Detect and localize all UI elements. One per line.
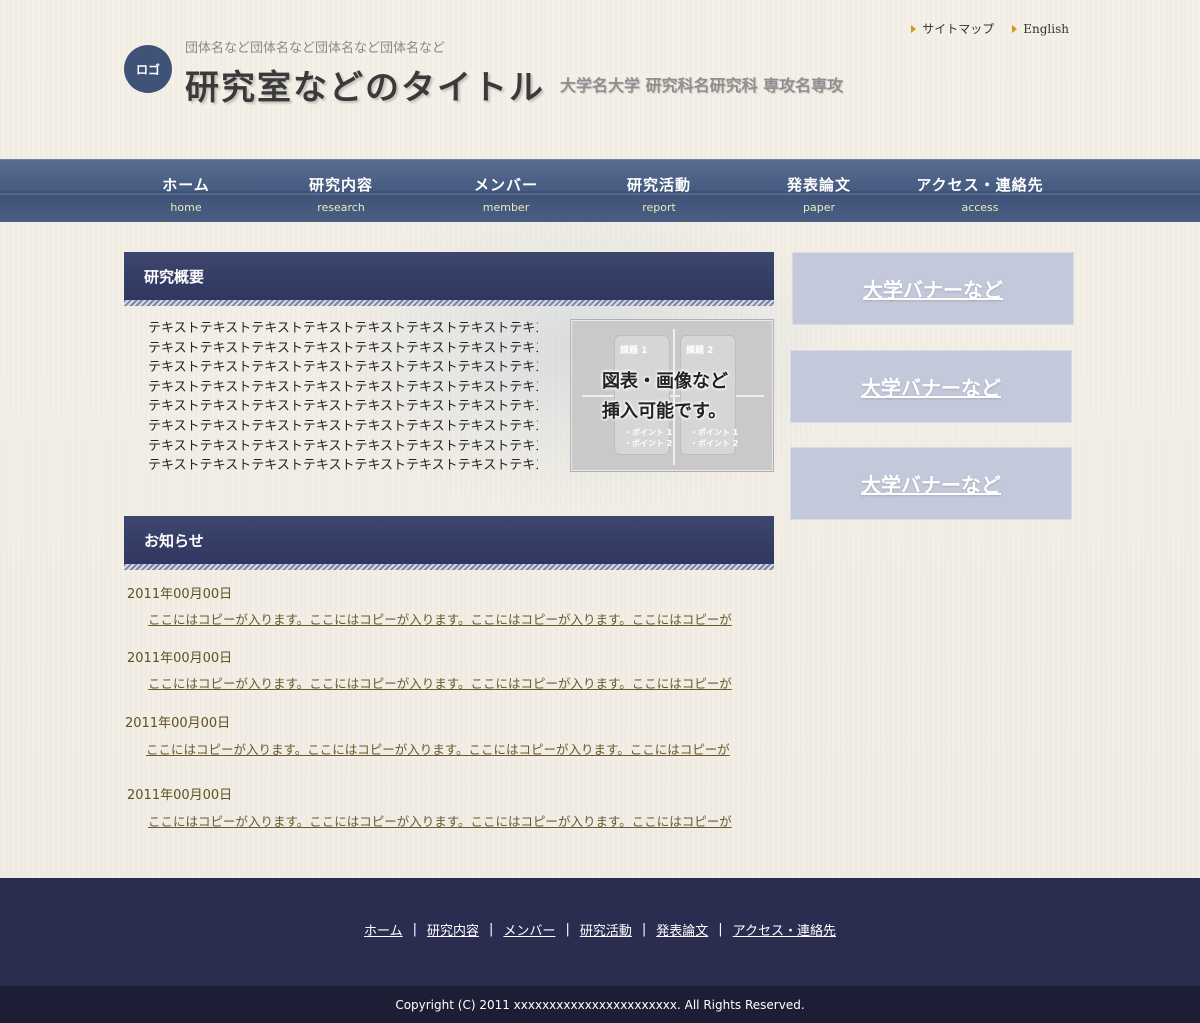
news-heading: お知らせ xyxy=(124,516,774,570)
overview-line: テキストテキストテキストテキストテキストテキストテキストテキスト xyxy=(148,458,538,474)
sitemap-link[interactable]: サイトマップ xyxy=(911,20,994,37)
overview-line: テキストテキストテキストテキストテキストテキストテキストテキスト xyxy=(148,438,538,454)
figure-caption: 図表・画像など 挿入可能です。 xyxy=(602,367,728,427)
figure-cell-1-title: 課題 1 xyxy=(620,346,648,356)
footer-link-report[interactable]: 研究活動 xyxy=(580,920,632,939)
news-date: 2011年00月00日 xyxy=(127,587,233,602)
nav-item-report[interactable]: 研究活動 report xyxy=(599,160,719,223)
nav-label-en: paper xyxy=(803,201,835,214)
footer-link-research[interactable]: 研究内容 xyxy=(427,920,479,939)
footer-separator: | xyxy=(641,922,647,937)
footer-link-paper[interactable]: 発表論文 xyxy=(656,920,708,939)
banner-label: 大学バナーなど xyxy=(861,376,1001,400)
footer: ホーム | 研究内容 | メンバー | 研究活動 | 発表論文 | アクセス・連… xyxy=(0,878,1200,986)
footer-separator: | xyxy=(489,922,494,937)
nav-label-ja: メンバー xyxy=(473,176,538,194)
figure-point-2: ・ポイント 2 xyxy=(624,439,673,448)
sitemap-link-label: サイトマップ xyxy=(922,22,995,36)
footer-separator: | xyxy=(412,922,418,937)
footer-separator: | xyxy=(565,922,570,937)
org-name: 団体名など団体名など団体名など団体名など xyxy=(185,41,446,56)
footer-nav: ホーム | 研究内容 | メンバー | 研究活動 | 発表論文 | アクセス・連… xyxy=(0,920,1200,939)
overview-line: テキストテキストテキストテキストテキストテキストテキストテキスト xyxy=(148,379,538,395)
footer-link-access[interactable]: アクセス・連絡先 xyxy=(733,920,836,939)
overview-heading-text: 研究概要 xyxy=(144,267,205,286)
figure-point-1b: ・ポイント 1 xyxy=(690,428,739,437)
university-banner-2[interactable]: 大学バナーなど xyxy=(790,350,1072,423)
overview-line: テキストテキストテキストテキストテキストテキストテキストテキスト xyxy=(148,340,538,356)
overview-heading: 研究概要 xyxy=(124,252,774,306)
overview-line: テキストテキストテキストテキストテキストテキストテキストテキスト xyxy=(148,399,538,415)
nav-label-ja: 研究内容 xyxy=(308,176,373,194)
news-date: 2011年00月00日 xyxy=(125,716,231,731)
news-link[interactable]: ここにはコピーが入ります。ここにはコピーが入ります。ここにはコピーが入ります。こ… xyxy=(148,609,732,628)
english-link[interactable]: English xyxy=(1012,20,1069,37)
nav-label-en: access xyxy=(961,201,999,214)
page: サイトマップ English ロゴ 団体名など団体名など団体名など団体名など 研… xyxy=(0,0,1200,1023)
figure-cell-2-title: 課題 2 xyxy=(686,346,714,356)
nav-label-en: research xyxy=(317,201,365,214)
site-logo[interactable]: ロゴ xyxy=(124,45,172,93)
overview-text: テキストテキストテキストテキストテキストテキストテキストテキスト テキストテキス… xyxy=(148,319,538,476)
university-banner-3[interactable]: 大学バナーなど xyxy=(790,447,1072,520)
banner-label: 大学バナーなど xyxy=(861,473,1001,497)
news-date: 2011年00月00日 xyxy=(127,788,233,803)
nav-item-home[interactable]: ホーム home xyxy=(126,160,246,223)
overview-line: テキストテキストテキストテキストテキストテキストテキストテキスト xyxy=(148,321,538,336)
overview-line: テキストテキストテキストテキストテキストテキストテキストテキスト xyxy=(148,360,538,376)
nav-item-research[interactable]: 研究内容 research xyxy=(281,160,401,223)
university-banner-1[interactable]: 大学バナーなど xyxy=(792,252,1074,325)
department-name: 大学名大学 研究科名研究科 専攻名専攻 xyxy=(560,76,844,95)
figure-point-2b: ・ポイント 2 xyxy=(690,439,739,448)
english-link-label: English xyxy=(1023,21,1069,36)
figure-caption-line1: 図表・画像など xyxy=(602,371,728,392)
overview-figure: 課題 1 課題 2 ・ポイント 1 ・ポイント 2 ・ポイント 1 ・ポイント … xyxy=(570,319,774,472)
nav-label-en: report xyxy=(642,201,676,214)
footer-link-member[interactable]: メンバー xyxy=(503,920,555,939)
triangle-right-icon xyxy=(911,24,917,33)
news-date: 2011年00月00日 xyxy=(127,651,233,666)
logo-text: ロゴ xyxy=(135,62,160,77)
copyright-bar: Copyright (C) 2011 xxxxxxxxxxxxxxxxxxxxx… xyxy=(0,986,1200,1023)
nav-label-en: member xyxy=(482,201,530,214)
banner-label: 大学バナーなど xyxy=(863,278,1003,302)
news-link[interactable]: ここにはコピーが入ります。ここにはコピーが入ります。ここにはコピーが入ります。こ… xyxy=(146,739,730,758)
overview-line: テキストテキストテキストテキストテキストテキストテキストテキスト xyxy=(148,418,538,434)
triangle-right-icon xyxy=(1012,24,1018,33)
footer-separator: | xyxy=(718,922,723,937)
site-title: 研究室などのタイトル xyxy=(185,68,545,108)
nav-label-ja: ホーム xyxy=(162,176,210,194)
nav-label-ja: アクセス・連絡先 xyxy=(916,176,1044,194)
nav-label-ja: 研究活動 xyxy=(626,176,691,194)
utility-links: サイトマップ English xyxy=(911,20,1069,37)
figure-point-1: ・ポイント 1 xyxy=(624,428,673,437)
nav-item-paper[interactable]: 発表論文 paper xyxy=(759,160,879,223)
nav-item-member[interactable]: メンバー member xyxy=(446,160,566,223)
copyright-text: Copyright (C) 2011 xxxxxxxxxxxxxxxxxxxxx… xyxy=(395,997,805,1012)
news-link[interactable]: ここにはコピーが入ります。ここにはコピーが入ります。ここにはコピーが入ります。こ… xyxy=(148,811,732,830)
global-nav: ホーム home 研究内容 research メンバー member 研究活動 … xyxy=(0,159,1200,222)
news-link[interactable]: ここにはコピーが入ります。ここにはコピーが入ります。ここにはコピーが入ります。こ… xyxy=(148,673,732,692)
nav-item-access[interactable]: アクセス・連絡先 access xyxy=(905,160,1055,223)
news-heading-text: お知らせ xyxy=(144,531,204,550)
figure-caption-line2: 挿入可能です。 xyxy=(602,401,727,422)
footer-link-home[interactable]: ホーム xyxy=(364,920,403,939)
nav-label-en: home xyxy=(170,201,202,214)
nav-label-ja: 発表論文 xyxy=(786,176,851,194)
